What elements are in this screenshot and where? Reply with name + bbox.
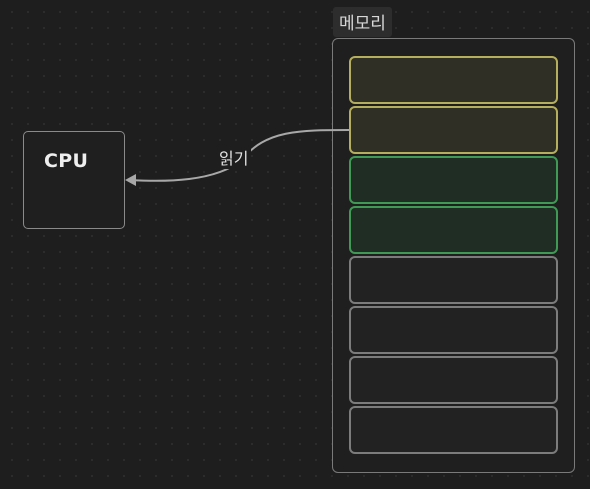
edge-label: 읽기 — [216, 145, 252, 169]
diagram-canvas: CPU 메모리 읽기 — [0, 0, 590, 489]
read-edge — [125, 129, 350, 186]
arrowhead-icon — [125, 174, 136, 186]
